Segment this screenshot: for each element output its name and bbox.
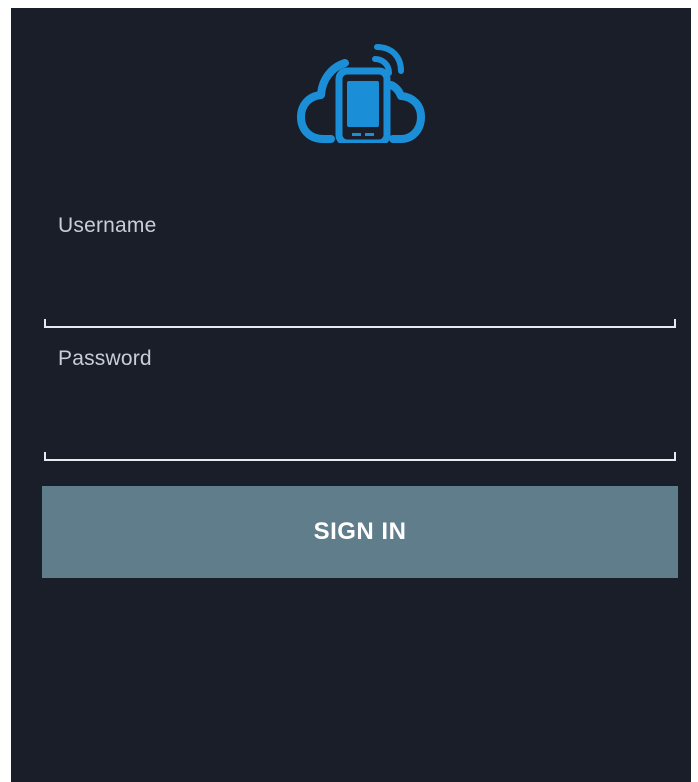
password-underline xyxy=(44,452,676,461)
sign-in-button[interactable]: SIGN IN xyxy=(42,486,678,578)
username-underline xyxy=(44,319,676,328)
login-screen: Username Password SIGN IN xyxy=(11,8,691,782)
password-input[interactable] xyxy=(44,417,676,457)
cloud-phone-wifi-icon xyxy=(297,43,425,143)
username-label: Username xyxy=(58,214,157,237)
password-label: Password xyxy=(58,347,152,370)
